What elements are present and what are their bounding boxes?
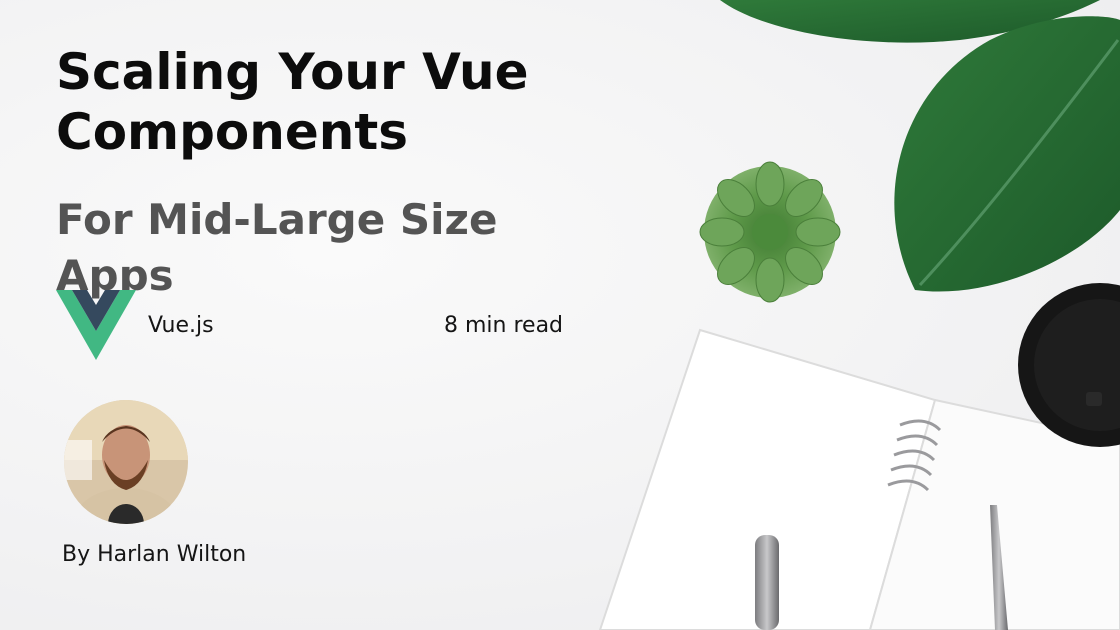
pen-left	[755, 535, 779, 630]
vue-logo-icon	[56, 290, 136, 360]
read-time: 8 min read	[444, 313, 564, 338]
succulent-plant	[699, 161, 841, 303]
category-tag[interactable]: Vue.js	[148, 313, 214, 338]
author-avatar	[64, 400, 188, 524]
article-card: Scaling Your Vue Components For Mid-Larg…	[0, 0, 1120, 630]
article-subtitle: For Mid-Large Size Apps	[56, 195, 498, 300]
avatar-image	[64, 400, 188, 524]
article-title: Scaling Your Vue Components	[56, 43, 529, 161]
author-name[interactable]: By Harlan Wilton	[62, 542, 246, 567]
leaf-large	[894, 16, 1120, 292]
